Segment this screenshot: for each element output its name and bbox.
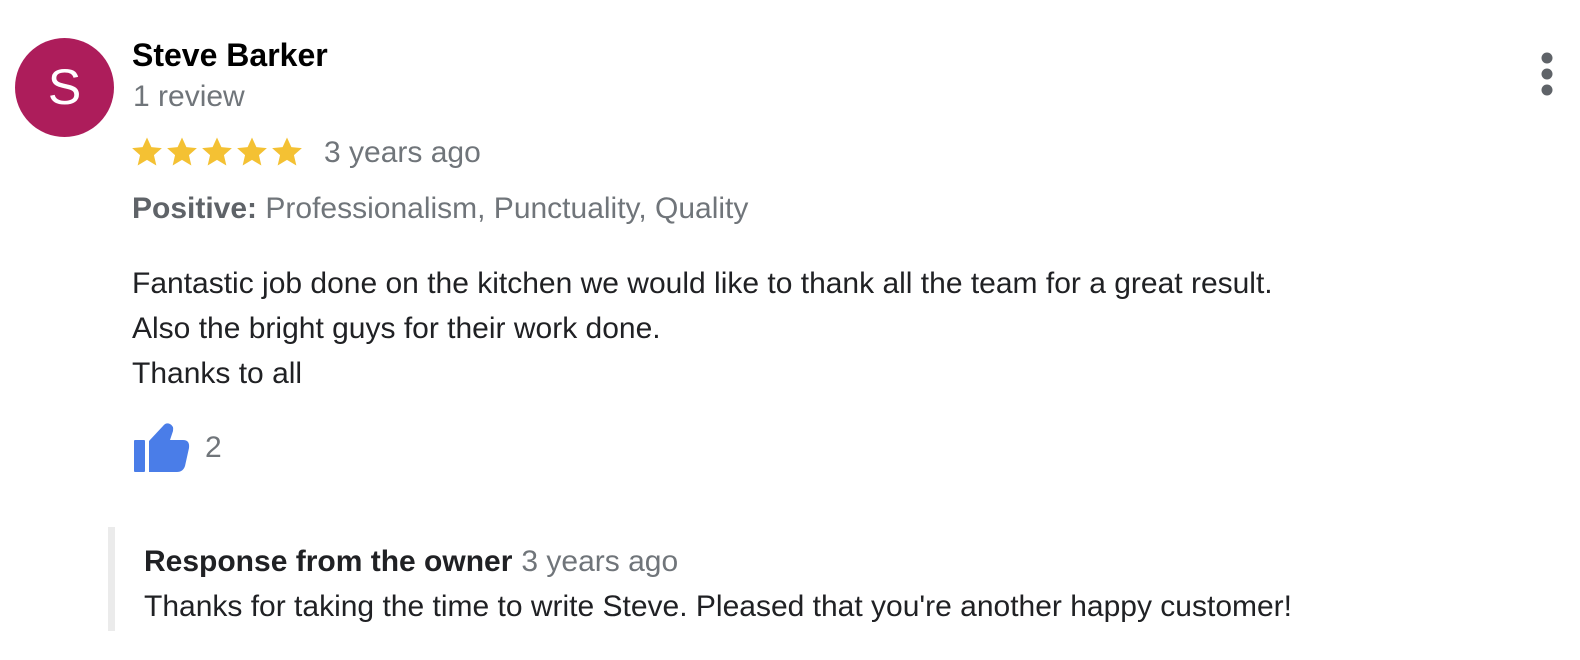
avatar[interactable]: S	[15, 38, 114, 137]
owner-response-date: 3 years ago	[521, 545, 679, 578]
review-text-line: Also the bright guys for their work done…	[132, 312, 661, 345]
review-date: 3 years ago	[324, 136, 481, 169]
rating-row: 3 years ago	[130, 133, 481, 171]
owner-response: Response from the owner 3 years ago Thank…	[108, 527, 1535, 631]
star-icon	[132, 137, 162, 166]
star-icon	[272, 137, 302, 166]
like-row: 2	[133, 421, 222, 473]
like-count: 2	[205, 431, 222, 464]
thumbs-up-icon	[133, 421, 191, 473]
attributes-values: Professionalism, Punctuality, Quality	[265, 192, 749, 225]
reviewer-name[interactable]: Steve Barker	[132, 37, 328, 74]
owner-response-header: Response from the owner 3 years ago	[144, 545, 678, 579]
star-rating	[130, 135, 305, 169]
review-text-line: Fantastic job done on the kitchen we wou…	[132, 267, 1273, 300]
star-icon	[167, 137, 197, 166]
review-text-line: Thanks to all	[132, 357, 303, 390]
star-icon	[202, 137, 232, 166]
review-text: Fantastic job done on the kitchen we wou…	[132, 261, 1273, 396]
more-options-button[interactable]	[1530, 50, 1564, 98]
review-count: 1 review	[133, 80, 245, 113]
like-button[interactable]	[133, 421, 191, 473]
owner-response-text: Thanks for taking the time to write Stev…	[144, 590, 1292, 623]
owner-response-title: Response from the owner	[144, 545, 513, 578]
more-vert-icon	[1530, 50, 1564, 98]
star-icon	[237, 137, 267, 166]
review-attributes: Positive: Professionalism, Punctuality, …	[132, 192, 748, 226]
attributes-label: Positive:	[132, 192, 258, 225]
